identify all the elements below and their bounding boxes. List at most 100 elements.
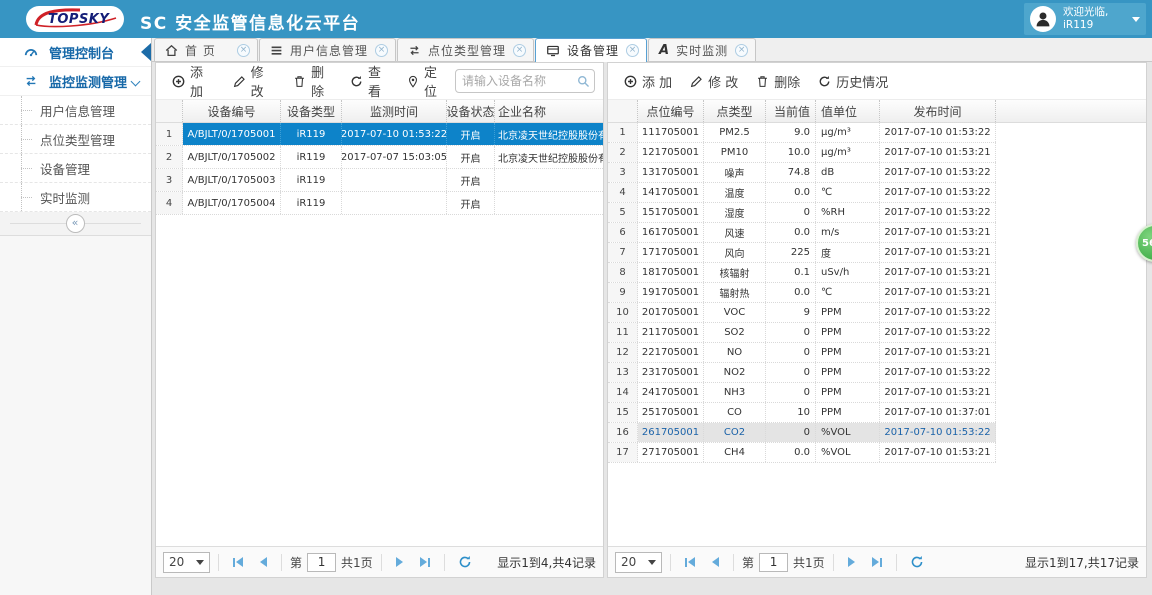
locate-button[interactable]: 定位 [399, 58, 453, 104]
delete-button[interactable]: 删除 [285, 58, 340, 104]
sidebar-section-monitoring[interactable]: 监控监测管理 [0, 67, 151, 96]
table-cell: A/BJLT/0/1705004 [183, 192, 281, 214]
table-cell: %RH [816, 203, 880, 222]
table-cell: 开启 [447, 146, 495, 168]
page-size-select[interactable]: 20 [163, 551, 210, 573]
row-number-cell: 2 [608, 143, 638, 162]
table-cell: μg/m³ [816, 123, 880, 142]
table-row[interactable]: 11 211705001 SO2 0 PPM 2017-07-10 01:53:22 [608, 323, 996, 343]
next-page-button[interactable] [390, 557, 409, 567]
edit-button[interactable]: 修 改 [225, 58, 284, 104]
table-row[interactable]: 16 261705001 CO2 0 %VOL 2017-07-10 01:53:22 [608, 423, 996, 443]
close-icon[interactable]: × [735, 43, 749, 57]
column-header[interactable]: 值单位 [816, 100, 880, 122]
column-header[interactable]: 监测时间 [342, 100, 447, 122]
sidebar-item-point-type[interactable]: 点位类型管理 [0, 125, 151, 154]
tab-device-mgmt[interactable]: 设备管理 × [535, 38, 648, 62]
close-icon[interactable]: × [375, 43, 389, 57]
table-row[interactable]: 1 111705001 PM2.5 9.0 μg/m³ 2017-07-10 01:53:… [608, 123, 996, 143]
last-page-button[interactable] [414, 557, 436, 567]
table-cell: 2017-07-10 01:53:21 [880, 443, 996, 462]
prev-page-button[interactable] [254, 557, 273, 567]
table-row[interactable]: 12 221705001 NO 0 PPM 2017-07-10 01:53:21 [608, 343, 996, 363]
table-row[interactable]: 17 271705001 CH4 0.0 %VOL 2017-07-10 01:53:21 [608, 443, 996, 463]
history-button[interactable]: 历史情况 [810, 68, 896, 95]
sidebar-item-user-info[interactable]: 用户信息管理 [0, 96, 151, 125]
tab-realtime[interactable]: A 实时监测 × [648, 38, 757, 61]
button-label: 删除 [774, 75, 801, 91]
user-menu[interactable]: 欢迎光临, iR119 [1024, 3, 1146, 35]
tab-home[interactable]: 首 页 × [154, 38, 258, 61]
table-cell [342, 169, 447, 191]
column-header[interactable]: 点位编号 [638, 100, 704, 122]
add-button[interactable]: 添 加 [616, 68, 680, 95]
table-row[interactable]: 13 231705001 NO2 0 PPM 2017-07-10 01:53:22 [608, 363, 996, 383]
first-page-button[interactable] [227, 557, 249, 567]
divider [895, 553, 897, 571]
table-row[interactable]: 2 A/BJLT/0/1705002 iR119 2017-07-07 15:03:0… [156, 146, 603, 169]
table-row[interactable]: 3 131705001 噪声 74.8 dB 2017-07-10 01:53:22 [608, 163, 996, 183]
next-page-button[interactable] [842, 557, 861, 567]
table-row[interactable]: 5 151705001 湿度 0 %RH 2017-07-10 01:53:22 [608, 203, 996, 223]
row-number-cell: 4 [608, 183, 638, 202]
edit-button[interactable]: 修 改 [682, 68, 746, 95]
search-icon[interactable] [577, 75, 590, 88]
refresh-button[interactable] [453, 555, 477, 569]
refresh-button[interactable] [905, 555, 929, 569]
table-row[interactable]: 4 141705001 温度 0.0 ℃ 2017-07-10 01:53:22 [608, 183, 996, 203]
column-header[interactable]: 企业名称 [495, 100, 603, 122]
tab-point-type[interactable]: 点位类型管理 × [397, 38, 535, 61]
page-number-input[interactable] [307, 552, 337, 572]
table-cell: μg/m³ [816, 143, 880, 162]
sidebar-item-device-mgmt[interactable]: 设备管理 [0, 154, 151, 183]
tab-user-info[interactable]: 用户信息管理 × [259, 38, 397, 61]
trash-icon [295, 75, 305, 87]
table-cell: NO2 [704, 363, 766, 382]
table-row[interactable]: 8 181705001 核辐射 0.1 uSv/h 2017-07-10 01:53:21 [608, 263, 996, 283]
table-cell: A/BJLT/0/1705003 [183, 169, 281, 191]
add-circle-icon [172, 75, 185, 87]
table-row[interactable]: 7 171705001 风向 225 度 2017-07-10 01:53:21 [608, 243, 996, 263]
last-page-button[interactable] [866, 557, 888, 567]
close-icon[interactable]: × [626, 44, 640, 57]
table-row[interactable]: 15 251705001 CO 10 PPM 2017-07-10 01:37:01 [608, 403, 996, 423]
column-header[interactable]: 当前值 [766, 100, 816, 122]
table-row[interactable]: 10 201705001 VOC 9 PPM 2017-07-10 01:53:22 [608, 303, 996, 323]
close-icon[interactable]: × [237, 43, 250, 57]
collapse-button[interactable]: « [65, 214, 85, 233]
delete-button[interactable]: 删除 [748, 68, 808, 95]
table-row[interactable]: 9 191705001 辐射热 0.0 ℃ 2017-07-10 01:53:21 [608, 283, 996, 303]
row-number-cell: 15 [608, 403, 638, 422]
table-row[interactable]: 2 121705001 PM10 10.0 μg/m³ 2017-07-10 01:53:… [608, 143, 996, 163]
table-row[interactable]: 14 241705001 NH3 0 PPM 2017-07-10 01:53:21 [608, 383, 996, 403]
page-size-select[interactable]: 20 [615, 551, 662, 573]
table-cell: 0 [766, 363, 816, 382]
column-header[interactable]: 设备编号 [183, 100, 281, 122]
device-grid: 设备编号 设备类型 监测时间 设备状态 企业名称 1 A/BJLT/0/17050… [156, 100, 603, 546]
table-row[interactable]: 3 A/BJLT/0/1705003 iR119 开启 [156, 169, 603, 192]
page-total-label: 共1页 [341, 555, 373, 570]
table-row[interactable]: 6 161705001 风速 0.0 m/s 2017-07-10 01:53:21 [608, 223, 996, 243]
first-page-button[interactable] [679, 557, 701, 567]
search-input[interactable] [456, 74, 577, 88]
sidebar-section-console[interactable]: 管理控制台 [0, 38, 151, 67]
button-label: 定位 [423, 66, 437, 100]
table-row[interactable]: 1 A/BJLT/0/1705001 iR119 2017-07-10 01:53:2… [156, 123, 603, 146]
column-header[interactable]: 点类型 [704, 100, 766, 122]
table-row[interactable]: 4 A/BJLT/0/1705004 iR119 开启 [156, 192, 603, 215]
table-cell: dB [816, 163, 880, 182]
row-number-cell: 14 [608, 383, 638, 402]
sidebar-item-realtime[interactable]: 实时监测 [0, 183, 151, 212]
device-toolbar: 添 加 修 改 删除 查看 定位 [156, 63, 603, 100]
table-cell: NO [704, 343, 766, 362]
column-header[interactable]: 设备状态 [447, 100, 495, 122]
prev-page-button[interactable] [706, 557, 725, 567]
view-button[interactable]: 查看 [342, 58, 397, 104]
add-button[interactable]: 添 加 [164, 58, 223, 104]
page-number-input[interactable] [759, 552, 789, 572]
sidebar-item-label: 用户信息管理 [40, 103, 116, 119]
close-icon[interactable]: × [513, 43, 527, 57]
table-cell: 9.0 [766, 123, 816, 142]
column-header[interactable]: 设备类型 [281, 100, 342, 122]
column-header[interactable]: 发布时间 [880, 100, 996, 122]
